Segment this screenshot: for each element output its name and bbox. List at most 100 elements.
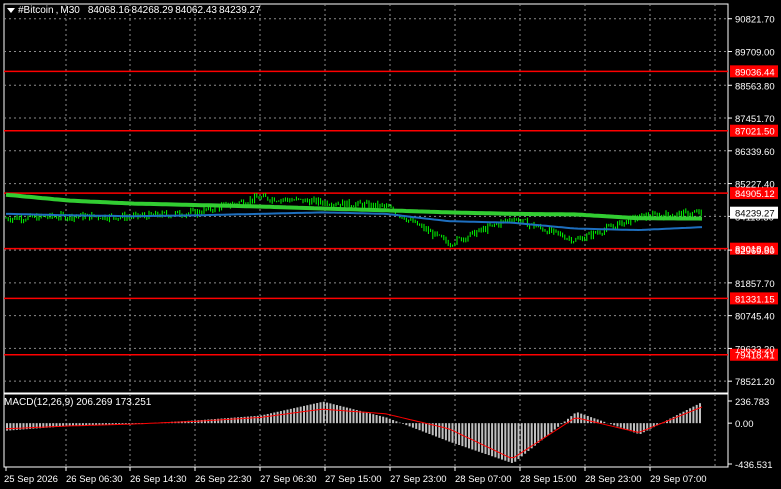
macd-bar — [451, 423, 454, 443]
macd-bar — [438, 423, 441, 438]
macd-bar — [237, 417, 239, 424]
macd-bar — [616, 423, 619, 427]
macd-bar — [217, 418, 220, 424]
macd-bar — [243, 416, 246, 424]
macd-bar — [299, 406, 302, 424]
time-axis-label: 28 Sep 23:00 — [585, 474, 642, 485]
close-price: 84239.27 — [218, 4, 261, 16]
dropdown-icon[interactable] — [7, 7, 15, 13]
macd-bar — [319, 402, 322, 424]
price-axis-label: 89709.00 — [735, 48, 775, 59]
macd-bar — [316, 403, 319, 424]
macd-bar — [342, 406, 345, 424]
macd-bar — [326, 402, 329, 424]
macd-axis-label: 0.00 — [735, 419, 754, 430]
macd-bar — [468, 423, 470, 449]
time-axis-label: 26 Sep 22:30 — [195, 474, 252, 485]
macd-bar — [230, 417, 233, 424]
macd-bar — [246, 416, 249, 424]
macd-bar — [695, 404, 698, 424]
level-label: 81331.15 — [735, 294, 775, 305]
macd-bar — [444, 423, 447, 441]
macd-bar — [359, 410, 362, 424]
macd-bar — [9, 423, 12, 431]
macd-bar — [365, 412, 368, 424]
price-axis-label: 87451.70 — [735, 114, 775, 125]
macd-signal-value: 173.251 — [115, 397, 152, 408]
macd-bar — [603, 421, 606, 424]
macd-bar — [418, 423, 421, 431]
macd-bar — [557, 423, 560, 427]
macd-bar — [527, 423, 530, 452]
macd-bar — [679, 413, 682, 424]
time-axis-label: 26 Sep 14:30 — [130, 474, 187, 485]
price-axis-label: 85227.40 — [735, 180, 775, 191]
macd-bar — [524, 423, 527, 454]
macd-bar — [12, 423, 15, 431]
time-axis-label: 28 Sep 07:00 — [455, 474, 512, 485]
symbol-label: #Bitcoin — [18, 4, 54, 16]
macd-bar — [494, 423, 497, 458]
macd-bar — [289, 408, 292, 424]
macd-bar — [339, 405, 342, 424]
macd-bar — [6, 423, 8, 431]
macd-bar — [240, 417, 243, 424]
time-axis-label: 29 Sep 07:00 — [650, 474, 707, 485]
current-price-label: 84239.27 — [735, 209, 775, 220]
time-axis-label: 27 Sep 23:00 — [390, 474, 447, 485]
macd-bar — [276, 411, 279, 424]
macd-bar — [626, 423, 629, 431]
level-label: 89036.44 — [735, 67, 775, 78]
macd-bar — [685, 410, 688, 424]
price-series — [5, 192, 703, 248]
macd-bar — [283, 410, 286, 424]
macd-bar — [270, 413, 272, 424]
price-axis-label: 78521.20 — [735, 377, 775, 388]
macd-bar — [369, 413, 371, 424]
level-label: 87021.50 — [735, 127, 775, 138]
chart-header: #Bitcoin, M30 84068.16 84268.29 84062.43 … — [7, 4, 261, 16]
main-plot-frame — [3, 3, 729, 394]
macd-bar — [619, 423, 622, 428]
macd-bar — [613, 423, 616, 426]
level-label: 84905.12 — [735, 189, 775, 200]
macd-bar — [563, 421, 566, 424]
macd-bar — [537, 423, 540, 443]
macd-bar — [699, 403, 701, 424]
macd-bar — [454, 423, 457, 444]
time-axis-label: 26 Sep 06:30 — [66, 474, 123, 485]
trading-chart-window[interactable]: 89036.44 87021.50 84905.12 83018.01 81331.15… — [0, 0, 781, 489]
macd-bar — [583, 414, 586, 424]
macd-bar — [682, 411, 685, 424]
macd-bar — [623, 423, 626, 429]
macd-bar — [586, 415, 589, 424]
macd-bar — [15, 423, 18, 430]
macd-bar — [312, 403, 315, 424]
macd-axis-label: -436.531 — [735, 460, 773, 471]
time-axis-label: 25 Sep 2026 — [4, 474, 58, 485]
chart-canvas[interactable]: 89036.4487021.5084905.1283018.0181331.15… — [0, 0, 781, 489]
macd-bar — [349, 408, 352, 424]
price-axis-label: 81857.70 — [735, 279, 775, 290]
macd-panel — [5, 401, 703, 463]
macd-bar — [362, 411, 365, 424]
macd-bar — [402, 423, 404, 424]
macd-bar — [329, 403, 332, 424]
macd-bar — [471, 423, 474, 450]
macd-bar — [385, 417, 388, 424]
macd-bar — [530, 423, 533, 449]
macd-bar — [481, 423, 484, 453]
macd-bar — [392, 420, 395, 424]
macd-bar — [609, 423, 612, 425]
macd-bar — [227, 418, 230, 424]
macd-bar — [233, 417, 236, 424]
macd-bar — [336, 405, 338, 424]
high-price: 84268.29 — [131, 4, 174, 16]
macd-bar — [388, 418, 391, 424]
macd-main-value: 206.269 — [76, 397, 113, 408]
macd-bar — [692, 406, 695, 424]
time-axis-label: 28 Sep 15:00 — [520, 474, 577, 485]
macd-bar — [600, 420, 602, 424]
macd-bar — [263, 414, 266, 424]
macd-bar — [279, 411, 282, 424]
